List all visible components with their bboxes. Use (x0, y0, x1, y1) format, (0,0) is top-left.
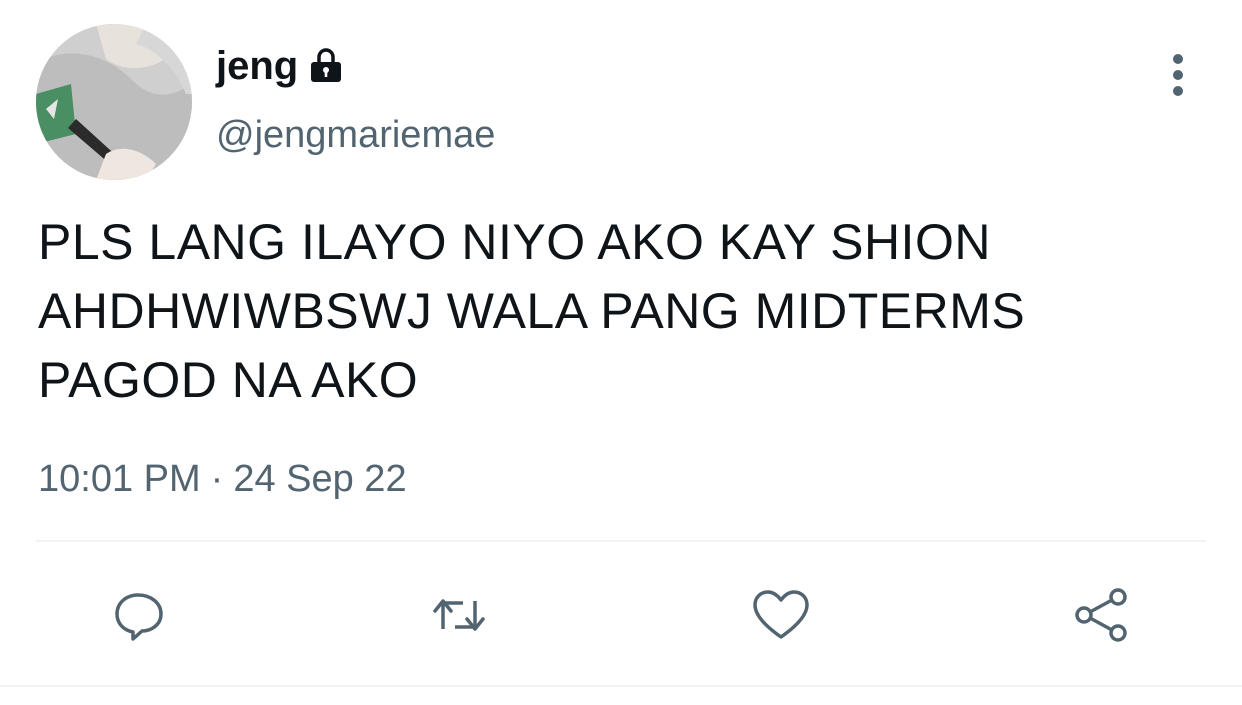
lock-icon (306, 46, 346, 86)
share-icon (1075, 588, 1127, 642)
author-handle[interactable]: @jengmariemae (216, 110, 495, 160)
like-button[interactable] (746, 580, 816, 650)
more-options-button[interactable] (1156, 50, 1200, 100)
tweet-time: 10:01 PM (38, 458, 201, 500)
display-name[interactable]: jeng (216, 40, 298, 92)
reply-icon (115, 593, 163, 641)
divider (36, 540, 1206, 542)
more-icon (1173, 54, 1183, 96)
tweet-timestamp[interactable]: 10:01 PM · 24 Sep 22 (38, 454, 407, 504)
tweet-detail: jeng @jengmariemae PLS LANG ILAYO NIYO A… (0, 0, 1242, 705)
share-button[interactable] (1066, 580, 1136, 650)
tweet-text: PLS LANG ILAYO NIYO AKO KAY SHION AHDHWI… (38, 214, 1026, 408)
reply-button[interactable] (104, 580, 174, 650)
retweet-icon (433, 599, 485, 631)
author-name-row[interactable]: jeng (216, 40, 346, 92)
avatar[interactable] (36, 24, 192, 180)
retweet-button[interactable] (424, 580, 494, 650)
like-icon (753, 590, 809, 639)
tweet-date: 24 Sep 22 (233, 458, 407, 500)
timestamp-separator: · (210, 458, 224, 500)
bottom-divider (0, 685, 1242, 687)
profile-photo-icon (36, 24, 192, 180)
action-bar (0, 580, 1242, 650)
